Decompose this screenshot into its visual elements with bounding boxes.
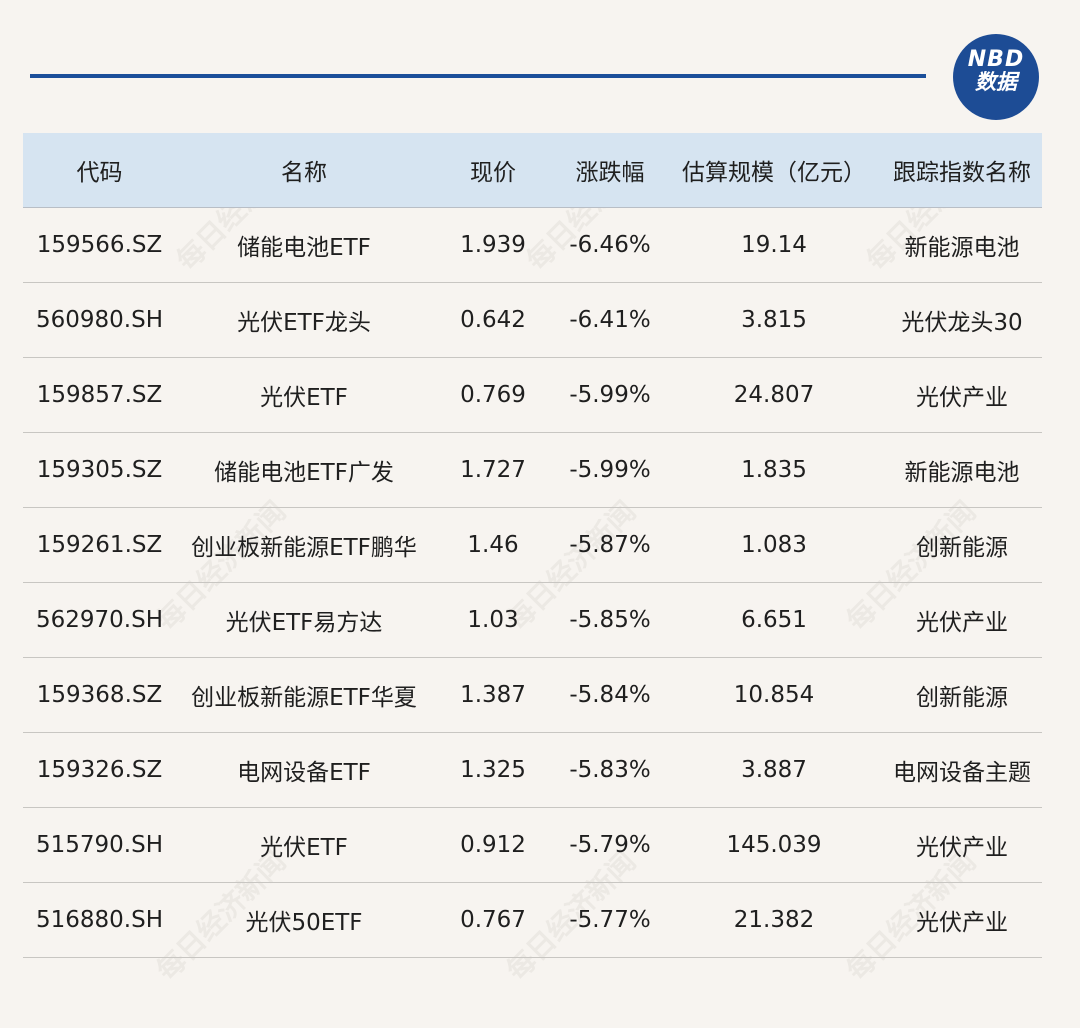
cell-code: 159857.SZ	[36, 382, 163, 408]
logo-line-2: 数据	[975, 70, 1017, 95]
cell-index: 创新能源	[916, 685, 1008, 711]
cell-index: 新能源电池	[904, 235, 1020, 261]
logo-line-1: NBD	[967, 47, 1025, 72]
cell-index: 创新能源	[916, 535, 1008, 561]
cell-price: 0.642	[460, 307, 526, 333]
cell-index: 光伏产业	[916, 910, 1008, 936]
cell-change: -5.99%	[569, 382, 651, 408]
cell-scale: 19.14	[741, 232, 807, 258]
cell-code: 159368.SZ	[36, 682, 163, 708]
cell-scale: 1.083	[741, 532, 807, 558]
header-index: 跟踪指数名称	[893, 160, 1031, 186]
table-row: 560980.SH 光伏ETF龙头 0.642 -6.41% 3.815 光伏龙…	[23, 283, 1042, 358]
cell-name: 光伏ETF易方达	[225, 610, 383, 636]
nbd-logo: NBD 数据	[953, 34, 1039, 120]
table-row: 159326.SZ 电网设备ETF 1.325 -5.83% 3.887 电网设…	[23, 733, 1042, 808]
table-row: 515790.SH 光伏ETF 0.912 -5.79% 145.039 光伏产…	[23, 808, 1042, 883]
cell-name: 创业板新能源ETF华夏	[191, 685, 417, 711]
header-name: 名称	[281, 160, 327, 186]
cell-change: -6.41%	[569, 307, 651, 333]
cell-scale: 24.807	[733, 382, 815, 408]
cell-code: 159305.SZ	[36, 457, 163, 483]
cell-name: 电网设备ETF	[237, 760, 371, 786]
cell-scale: 3.887	[741, 757, 807, 783]
cell-code: 159261.SZ	[36, 532, 163, 558]
cell-price: 1.325	[460, 757, 526, 783]
etf-table: 代码 名称 现价 涨跌幅 估算规模（亿元） 跟踪指数名称 159566.SZ 储…	[23, 133, 1042, 958]
cell-change: -5.87%	[569, 532, 651, 558]
header-price: 现价	[470, 160, 516, 186]
cell-scale: 1.835	[741, 457, 807, 483]
cell-code: 159326.SZ	[36, 757, 163, 783]
cell-price: 0.767	[460, 907, 526, 933]
cell-price: 1.03	[467, 607, 519, 633]
table-row: 159261.SZ 创业板新能源ETF鹏华 1.46 -5.87% 1.083 …	[23, 508, 1042, 583]
cell-index: 光伏产业	[916, 385, 1008, 411]
cell-price: 0.912	[460, 832, 526, 858]
cell-change: -5.85%	[569, 607, 651, 633]
header-scale: 估算规模（亿元）	[682, 160, 866, 186]
cell-code: 562970.SH	[35, 607, 163, 633]
cell-change: -5.77%	[569, 907, 651, 933]
cell-change: -5.84%	[569, 682, 651, 708]
table-row: 159305.SZ 储能电池ETF广发 1.727 -5.99% 1.835 新…	[23, 433, 1042, 508]
cell-scale: 21.382	[733, 907, 815, 933]
cell-scale: 6.651	[741, 607, 807, 633]
table-row: 562970.SH 光伏ETF易方达 1.03 -5.85% 6.651 光伏产…	[23, 583, 1042, 658]
cell-code: 159566.SZ	[36, 232, 163, 258]
cell-name: 创业板新能源ETF鹏华	[191, 535, 417, 561]
cell-code: 560980.SH	[35, 307, 163, 333]
cell-scale: 10.854	[733, 682, 815, 708]
cell-code: 516880.SH	[35, 907, 163, 933]
cell-price: 1.939	[460, 232, 526, 258]
cell-name: 光伏ETF	[260, 835, 348, 861]
cell-index: 光伏龙头30	[901, 310, 1023, 336]
header-change: 涨跌幅	[575, 160, 645, 186]
cell-index: 光伏产业	[916, 835, 1008, 861]
cell-change: -5.83%	[569, 757, 651, 783]
table-row: 516880.SH 光伏50ETF 0.767 -5.77% 21.382 光伏…	[23, 883, 1042, 958]
cell-index: 电网设备主题	[893, 760, 1031, 786]
cell-index: 新能源电池	[904, 460, 1020, 486]
cell-name: 光伏ETF	[260, 385, 348, 411]
cell-price: 1.387	[460, 682, 526, 708]
cell-price: 1.46	[467, 532, 519, 558]
cell-index: 光伏产业	[916, 610, 1008, 636]
table-row: 159857.SZ 光伏ETF 0.769 -5.99% 24.807 光伏产业	[23, 358, 1042, 433]
top-accent-line	[30, 74, 926, 78]
cell-name: 光伏ETF龙头	[237, 310, 371, 336]
cell-change: -5.99%	[569, 457, 651, 483]
cell-name: 光伏50ETF	[245, 910, 363, 936]
cell-name: 储能电池ETF广发	[214, 460, 394, 486]
cell-price: 1.727	[460, 457, 526, 483]
table-row: 159368.SZ 创业板新能源ETF华夏 1.387 -5.84% 10.85…	[23, 658, 1042, 733]
header-code: 代码	[76, 160, 123, 186]
table-header-row: 代码 名称 现价 涨跌幅 估算规模（亿元） 跟踪指数名称	[23, 133, 1042, 208]
cell-code: 515790.SH	[35, 832, 163, 858]
cell-scale: 145.039	[726, 832, 822, 858]
cell-change: -6.46%	[569, 232, 651, 258]
cell-price: 0.769	[460, 382, 526, 408]
cell-scale: 3.815	[741, 307, 807, 333]
table-row: 159566.SZ 储能电池ETF 1.939 -6.46% 19.14 新能源…	[23, 208, 1042, 283]
cell-change: -5.79%	[569, 832, 651, 858]
cell-name: 储能电池ETF	[237, 235, 371, 261]
